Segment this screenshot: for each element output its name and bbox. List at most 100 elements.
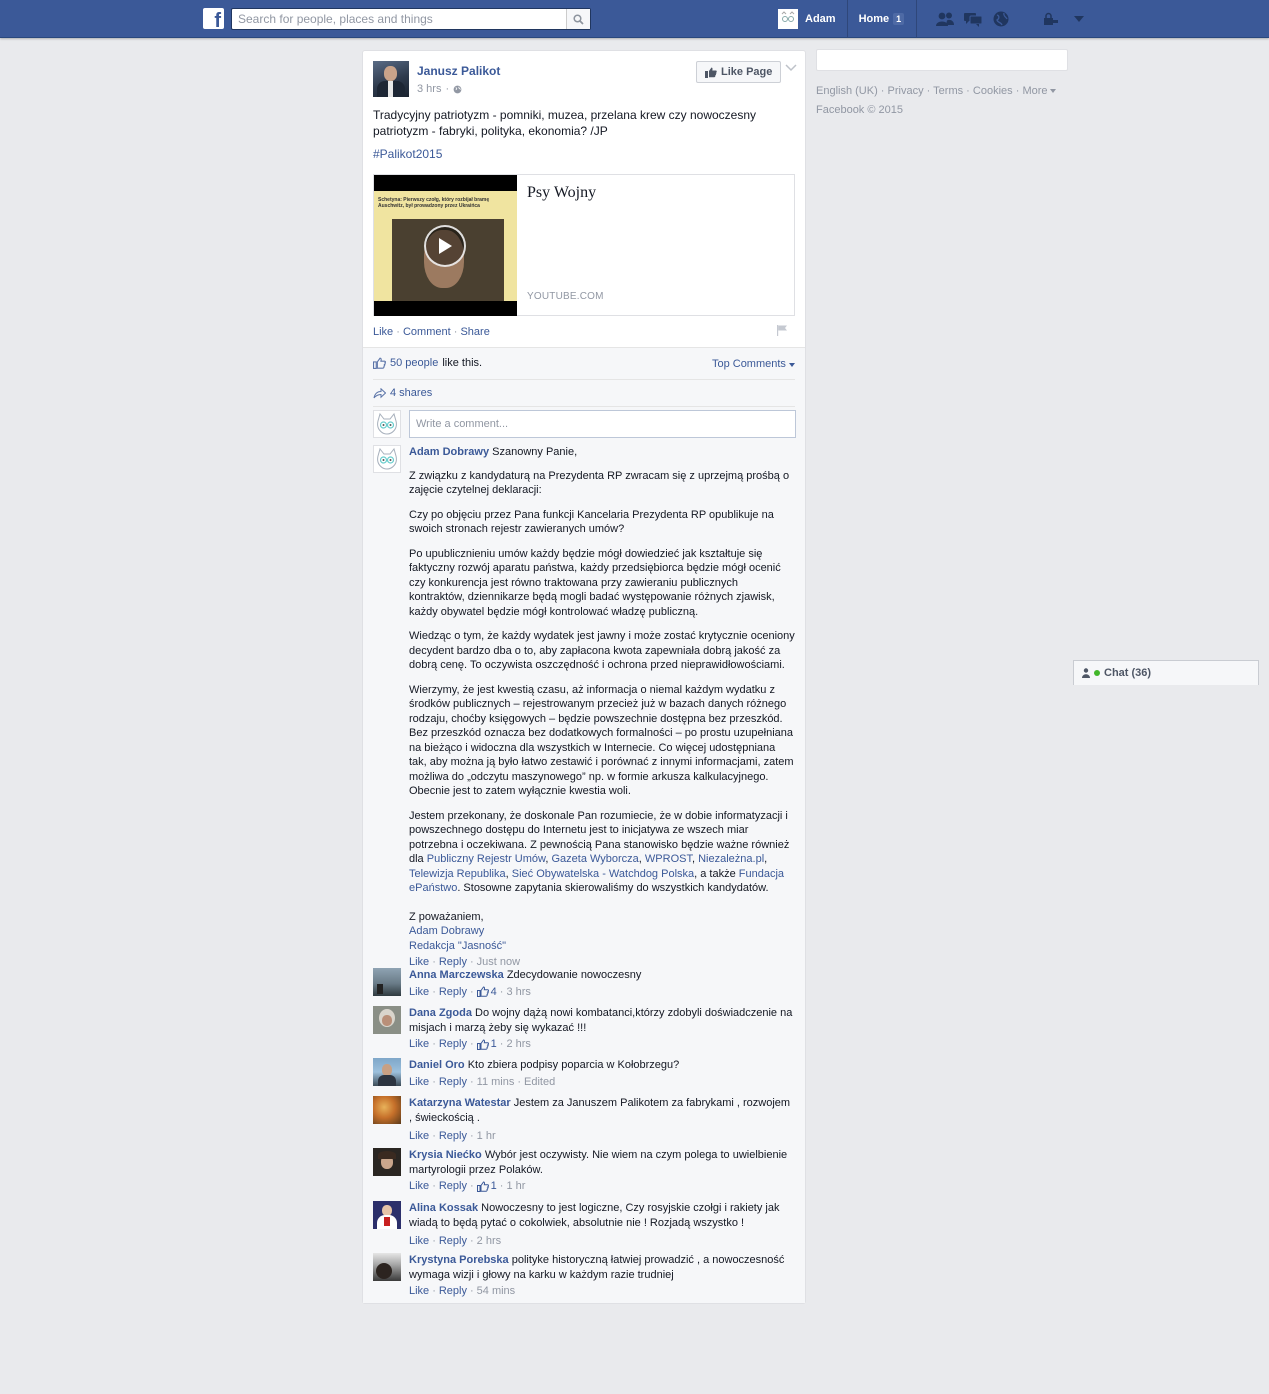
comment-author-link[interactable]: Dana Zgoda: [409, 1007, 472, 1019]
comment-like-link[interactable]: Like: [409, 1075, 429, 1090]
mention-link[interactable]: WPROST: [645, 853, 692, 865]
comment-reply-link[interactable]: Reply: [439, 1284, 467, 1299]
comment-input[interactable]: [409, 410, 796, 438]
shares-summary[interactable]: 4 shares: [373, 387, 432, 399]
comment-author-link[interactable]: Katarzyna Watestar: [409, 1097, 511, 1109]
shares-count-link[interactable]: 4 shares: [390, 387, 432, 399]
profile-link[interactable]: Adam: [778, 0, 848, 38]
comment-text: , a także: [694, 867, 739, 880]
mention-link[interactable]: Publiczny Rejestr Umów: [427, 853, 546, 865]
link-preview-card[interactable]: Schetyna: Pierwszy czołg, który rozbijał…: [373, 174, 795, 316]
comment-like-link[interactable]: Like: [409, 1179, 429, 1194]
comment-time[interactable]: 1 hr: [506, 1179, 525, 1194]
comment-reply-link[interactable]: Reply: [439, 985, 467, 1000]
comment-time[interactable]: 11 mins: [477, 1075, 515, 1090]
privacy-shortcuts[interactable]: [1037, 0, 1065, 38]
comment-author-link[interactable]: Krysia Niećko: [409, 1149, 482, 1161]
comment-text: Zdecydowanie nowoczesny: [506, 969, 642, 981]
footer-more-link[interactable]: More: [1022, 85, 1047, 97]
commenter-avatar[interactable]: [373, 1253, 401, 1281]
comment-link[interactable]: Comment: [403, 326, 451, 338]
comment-reply-link[interactable]: Reply: [439, 1129, 467, 1144]
comment-author-link[interactable]: Anna Marczewska: [409, 969, 504, 981]
signature-org-link[interactable]: Redakcja "Jasność": [409, 939, 795, 954]
comment-author-link[interactable]: Alina Kossak: [409, 1202, 478, 1214]
comment-reply-link[interactable]: Reply: [439, 1179, 467, 1194]
messages-jewel[interactable]: [959, 0, 987, 38]
mention-link[interactable]: Gazeta Wyborcza: [551, 853, 638, 865]
mention-link[interactable]: Telewizja Republika: [409, 868, 506, 880]
commenter-avatar[interactable]: [373, 1006, 401, 1034]
comment-likes[interactable]: 4: [476, 985, 497, 1000]
comment-author-link[interactable]: Krystyna Porebska: [409, 1254, 509, 1266]
friend-requests-jewel[interactable]: [931, 0, 959, 38]
footer-language-link[interactable]: English (UK): [816, 85, 878, 97]
signature-name-link[interactable]: Adam Dobrawy: [409, 924, 795, 939]
link-title[interactable]: Psy Wojny: [527, 184, 596, 202]
comment-likes[interactable]: 1: [476, 1037, 497, 1052]
comment-like-link[interactable]: Like: [409, 1234, 429, 1249]
commenter-avatar[interactable]: [373, 1201, 401, 1229]
author-name-link[interactable]: Janusz Palikot: [417, 64, 500, 78]
cat-avatar-icon: [377, 447, 397, 470]
post-timestamp[interactable]: 3 hrs ·: [417, 83, 462, 95]
comment-text: Kto zbiera podpisy poparcia w Kołobrzegu…: [467, 1059, 680, 1071]
footer-cookies-link[interactable]: Cookies: [973, 85, 1013, 97]
comment-time[interactable]: 54 mins: [477, 1284, 516, 1299]
commenter-avatar[interactable]: [373, 1058, 401, 1086]
thumbs-up-icon: [476, 986, 489, 998]
account-menu[interactable]: [1065, 0, 1093, 38]
comment-time[interactable]: 3 hrs: [506, 985, 530, 1000]
search-button[interactable]: [566, 9, 590, 29]
commenter-avatar[interactable]: [373, 1096, 401, 1124]
share-link[interactable]: Share: [460, 326, 489, 338]
commenter-avatar[interactable]: [373, 968, 401, 996]
post-options-chevron[interactable]: [785, 63, 797, 73]
play-button[interactable]: [424, 225, 466, 267]
footer-terms-link[interactable]: Terms: [933, 85, 963, 97]
nav-right: Adam Home 1: [778, 0, 1093, 38]
top-comments-dropdown[interactable]: Top Comments: [712, 358, 795, 370]
comment-author-link[interactable]: Adam Dobrawy: [409, 446, 489, 458]
like-link[interactable]: Like: [373, 326, 393, 338]
comment-time[interactable]: 2 hrs: [506, 1037, 530, 1052]
report-flag[interactable]: [776, 324, 788, 336]
thumbs-up-icon: [476, 1181, 489, 1192]
comment-likes[interactable]: 1: [476, 1179, 497, 1194]
comment-likes-count: 1: [490, 1180, 497, 1192]
commenter-avatar[interactable]: [373, 445, 401, 473]
home-link[interactable]: Home 1: [848, 0, 918, 38]
comment-author-link[interactable]: Daniel Oro: [409, 1059, 465, 1071]
like-page-button[interactable]: Like Page: [696, 61, 782, 83]
mention-link[interactable]: Sieć Obywatelska - Watchdog Polska: [512, 868, 694, 880]
comment-body: Dana Zgoda Do wojny dążą nowi kombatanci…: [409, 1006, 795, 1052]
comment-reply-link[interactable]: Reply: [439, 1037, 467, 1052]
post-hashtag-link[interactable]: #Palikot2015: [373, 147, 442, 161]
facebook-logo-icon[interactable]: f: [203, 8, 224, 29]
comment-like-link[interactable]: Like: [409, 1037, 429, 1052]
comment-reply-link[interactable]: Reply: [439, 1075, 467, 1090]
comment-like-link[interactable]: Like: [409, 1284, 429, 1299]
notifications-jewel[interactable]: [987, 0, 1015, 38]
home-count-badge: 1: [893, 13, 905, 25]
thumbs-up-icon: [476, 1039, 489, 1050]
video-thumbnail[interactable]: Schetyna: Pierwszy czołg, który rozbijał…: [374, 175, 517, 316]
author-avatar[interactable]: [373, 61, 409, 97]
commenter-avatar[interactable]: [373, 1148, 401, 1176]
comment-paragraph-with-links: Jestem przekonany, że doskonale Pan rozu…: [409, 809, 790, 895]
search-icon: [573, 13, 584, 25]
footer-privacy-link[interactable]: Privacy: [888, 85, 924, 97]
search-input[interactable]: [232, 9, 566, 29]
comment-edited[interactable]: Edited: [524, 1075, 555, 1090]
comment-reply-link[interactable]: Reply: [439, 1234, 467, 1249]
thumbnail-caption: Schetyna: Pierwszy czołg, który rozbijał…: [378, 197, 490, 209]
chat-tab[interactable]: Chat (36): [1073, 660, 1259, 685]
comment-like-link[interactable]: Like: [409, 985, 429, 1000]
comment-like-link[interactable]: Like: [409, 1129, 429, 1144]
likes-count-link[interactable]: 50 people: [390, 357, 438, 369]
comment-time[interactable]: 2 hrs: [477, 1234, 501, 1249]
top-navigation-bar: f Adam Home 1: [0, 0, 1269, 38]
mention-link[interactable]: Niezależna.pl: [698, 853, 764, 865]
post-text: Tradycyjny patriotyzm - pomniki, muzea, …: [373, 108, 757, 138]
comment-time[interactable]: 1 hr: [477, 1129, 496, 1144]
